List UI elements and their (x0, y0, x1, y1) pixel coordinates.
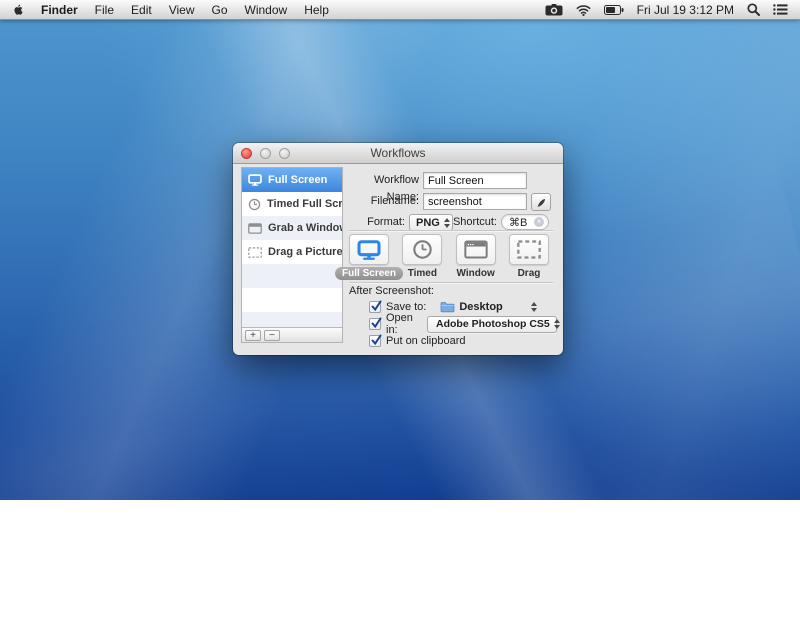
separator (349, 282, 553, 283)
close-button[interactable] (241, 148, 252, 159)
battery-icon[interactable] (604, 5, 624, 15)
checkmark-icon (370, 317, 383, 330)
workflow-item-label: Grab a Window (268, 222, 342, 234)
menu-file[interactable]: File (95, 0, 114, 20)
mode-drag-label: Drag (518, 268, 541, 279)
window-content: Full Screen Timed Full Screen Grab a Win… (233, 164, 563, 355)
notification-center-icon[interactable] (773, 4, 788, 15)
menu-go[interactable]: Go (212, 0, 228, 20)
pen-icon (536, 197, 547, 208)
clear-shortcut-icon[interactable]: × (534, 217, 544, 227)
workflow-item-full-screen[interactable]: Full Screen (242, 168, 342, 192)
mode-timed-button[interactable] (402, 234, 442, 265)
workflow-item-label: Timed Full Screen (267, 198, 342, 210)
window-icon (248, 223, 262, 234)
checkmark-icon (370, 334, 383, 347)
add-workflow-button[interactable]: + (245, 330, 261, 341)
folder-icon (440, 301, 455, 313)
filename-field[interactable] (423, 193, 527, 210)
empty-list-row (242, 264, 342, 288)
menu-window[interactable]: Window (245, 0, 288, 20)
mode-window-button[interactable] (456, 234, 496, 265)
menu-view[interactable]: View (169, 0, 195, 20)
separator (349, 230, 553, 231)
open-in-value: Adobe Photoshop CS5 (436, 318, 550, 330)
open-in-checkbox[interactable] (369, 318, 381, 330)
wifi-icon[interactable] (576, 4, 591, 16)
title-bar[interactable]: Workflows (233, 143, 563, 164)
after-screenshot-title: After Screenshot: (349, 285, 434, 297)
capture-mode-buttons (349, 234, 549, 265)
menu-bar: Finder File Edit View Go Window Help Fri… (0, 0, 800, 20)
zoom-button[interactable] (279, 148, 290, 159)
workflows-window: Workflows Full Screen (233, 143, 563, 355)
mode-window-label: Window (457, 268, 495, 279)
shortcut-label: Shortcut: (441, 214, 497, 231)
format-label: Format: (333, 214, 405, 231)
popup-stepper-icon (550, 319, 564, 329)
dashed-selection-icon (517, 240, 541, 259)
open-in-popup[interactable]: Adobe Photoshop CS5 (427, 316, 557, 333)
clipboard-checkbox[interactable] (369, 335, 381, 347)
workflow-item-drag-a-picture[interactable]: Drag a Picture (242, 240, 342, 264)
clock-icon (248, 198, 261, 211)
shortcut-field[interactable]: ⌘B × (501, 214, 549, 230)
empty-list-row (242, 312, 342, 327)
open-in-row: Open in: Adobe Photoshop CS5 (369, 316, 557, 332)
window-title: Workflows (370, 146, 425, 160)
window-icon (464, 240, 488, 259)
clipboard-label: Put on clipboard (386, 335, 466, 347)
menu-edit[interactable]: Edit (131, 0, 152, 20)
workflow-item-label: Drag a Picture (268, 246, 342, 258)
workflow-item-timed-full-screen[interactable]: Timed Full Screen (242, 192, 342, 216)
mode-drag-button[interactable] (509, 234, 549, 265)
apple-icon (12, 2, 25, 17)
apple-menu[interactable] (12, 2, 25, 17)
clipboard-row: Put on clipboard (369, 333, 466, 349)
capture-mode-labels: Full Screen Timed Window Drag (349, 268, 549, 282)
mode-full-screen-label: Full Screen (335, 267, 403, 280)
minimize-button[interactable] (260, 148, 271, 159)
workflow-item-label: Full Screen (268, 174, 327, 186)
display-icon (357, 240, 381, 260)
display-icon (248, 174, 262, 186)
camera-status-icon[interactable] (545, 4, 563, 16)
empty-list-row (242, 288, 342, 312)
popup-stepper-icon[interactable] (527, 302, 541, 312)
checkmark-icon (370, 300, 383, 313)
filename-label: Filename: (347, 193, 419, 210)
filename-token-button[interactable] (531, 193, 551, 211)
save-to-checkbox[interactable] (369, 301, 381, 313)
mode-timed-label: Timed (408, 268, 437, 279)
shortcut-value: ⌘B (509, 216, 527, 229)
list-toolbar: + − (242, 327, 342, 342)
dashed-selection-icon (248, 247, 262, 258)
save-to-value[interactable]: Desktop (459, 301, 502, 313)
menu-help[interactable]: Help (304, 0, 329, 20)
menubar-clock[interactable]: Fri Jul 19 3:12 PM (637, 3, 734, 17)
workflow-name-field[interactable] (423, 172, 527, 189)
workflow-list: Full Screen Timed Full Screen Grab a Win… (241, 167, 343, 343)
workflow-detail-panel: Workflow Name: Filename: Format: PNG Sho… (347, 164, 557, 355)
format-value: PNG (416, 217, 440, 229)
menu-finder[interactable]: Finder (41, 0, 78, 20)
spotlight-icon[interactable] (747, 3, 760, 16)
remove-workflow-button[interactable]: − (264, 330, 280, 341)
clock-icon (412, 239, 433, 260)
mode-full-screen-button[interactable] (349, 234, 389, 265)
workflow-item-grab-a-window[interactable]: Grab a Window (242, 216, 342, 240)
